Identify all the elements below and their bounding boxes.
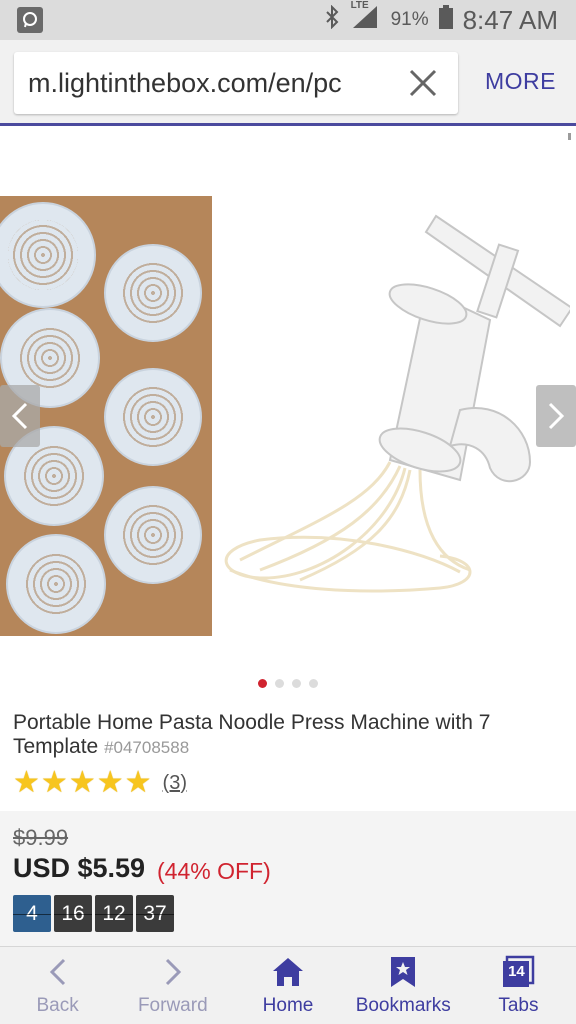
carousel-prev-button[interactable] — [0, 385, 40, 447]
bookmark-star-icon — [386, 955, 420, 989]
tabs-label: Tabs — [498, 995, 539, 1016]
countdown-minutes: 12 — [95, 895, 133, 932]
tabs-icon: 14 — [501, 955, 535, 989]
tab-count: 14 — [508, 963, 525, 980]
star-icon: ★ — [68, 766, 96, 799]
product-image-carousel[interactable] — [0, 140, 576, 660]
url-text[interactable]: m.lightinthebox.com/en/pc — [28, 68, 370, 99]
carousel-next-button[interactable] — [536, 385, 576, 447]
sale-price: USD $5.59 — [13, 853, 146, 883]
star-icon: ★ — [13, 766, 40, 799]
home-icon — [271, 955, 305, 989]
signal-icon: LTE — [351, 0, 381, 36]
bluetooth-icon — [323, 4, 341, 35]
clock: 8:47 AM — [462, 4, 558, 35]
app-notification-icon — [17, 7, 43, 33]
carousel-dot[interactable] — [258, 679, 267, 688]
price-panel: $9.99 USD $5.59 (44% OFF) 4 16 12 37 — [0, 811, 576, 946]
chevron-right-icon — [156, 955, 190, 989]
discount-label: (44% OFF) — [157, 858, 271, 884]
battery-icon — [438, 5, 453, 35]
carousel-indicator — [0, 679, 576, 688]
home-label: Home — [262, 995, 314, 1016]
product-title-text: Portable Home Pasta Noodle Press Machine… — [13, 711, 491, 758]
product-title: Portable Home Pasta Noodle Press Machine… — [13, 711, 553, 760]
home-button[interactable]: Home — [230, 947, 345, 1024]
back-button[interactable]: Back — [0, 947, 115, 1024]
countdown-days: 4 — [13, 895, 51, 932]
star-icon: ★ — [96, 766, 124, 799]
star-icon: ★ — [40, 766, 68, 799]
countdown-seconds: 37 — [136, 895, 174, 932]
address-bar[interactable]: m.lightinthebox.com/en/pc — [14, 52, 458, 114]
bookmarks-button[interactable]: Bookmarks — [346, 947, 461, 1024]
clear-url-icon[interactable] — [406, 66, 440, 100]
status-bar: LTE 91% 8:47 AM — [0, 0, 576, 40]
noodle-press-illustration — [224, 214, 570, 593]
carousel-dot[interactable] — [275, 679, 284, 688]
bookmarks-label: Bookmarks — [355, 995, 451, 1016]
browser-toolbar: m.lightinthebox.com/en/pc MORE — [0, 40, 576, 126]
review-count-link[interactable]: (3) — [163, 772, 187, 795]
product-sku: #04708588 — [104, 738, 190, 757]
network-type: LTE — [350, 0, 369, 11]
carousel-dot[interactable] — [309, 679, 318, 688]
battery-percent: 91% — [390, 9, 429, 30]
browser-bottom-nav: Back Forward Home Bookmarks 14 Tabs — [0, 946, 576, 1024]
original-price: $9.99 — [13, 825, 69, 850]
star-icon: ★ — [124, 766, 152, 799]
countdown-timer: 4 16 12 37 — [13, 895, 174, 932]
back-label: Back — [36, 995, 79, 1016]
product-rating[interactable]: ★ ★ ★ ★ ★ (3) — [13, 768, 187, 798]
chevron-left-icon — [41, 955, 75, 989]
countdown-hours: 16 — [54, 895, 92, 932]
tabs-button[interactable]: 14 Tabs — [461, 947, 576, 1024]
forward-button[interactable]: Forward — [115, 947, 230, 1024]
more-button[interactable]: MORE — [485, 68, 556, 95]
forward-label: Forward — [137, 995, 208, 1016]
carousel-dot[interactable] — [292, 679, 301, 688]
